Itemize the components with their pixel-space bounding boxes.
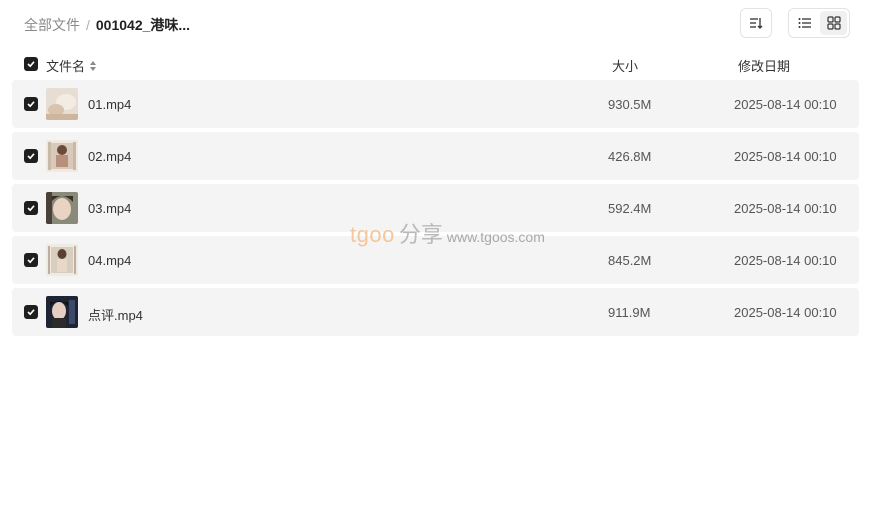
sort-toggle-icon <box>90 60 97 71</box>
breadcrumb-separator: / <box>86 17 90 33</box>
breadcrumb-root-link[interactable]: 全部文件 <box>24 15 80 35</box>
file-row[interactable]: 03.mp4 592.4M 2025-08-14 00:10 <box>12 184 859 232</box>
file-name: 04.mp4 <box>88 253 132 268</box>
file-row[interactable]: 点评.mp4 911.9M 2025-08-14 00:10 <box>12 288 859 336</box>
file-size: 426.8M <box>608 149 652 164</box>
table-header: 文件名 大小 修改日期 <box>12 52 859 76</box>
file-date: 2025-08-14 00:10 <box>734 253 837 268</box>
column-header-name[interactable]: 文件名 <box>46 56 97 75</box>
view-toggle <box>788 8 850 38</box>
file-date: 2025-08-14 00:10 <box>734 305 837 320</box>
file-size: 911.9M <box>608 305 651 320</box>
check-icon <box>27 257 35 264</box>
file-name: 03.mp4 <box>88 201 132 216</box>
video-thumbnail <box>46 296 78 328</box>
row-checkbox[interactable] <box>24 149 38 163</box>
file-name: 01.mp4 <box>88 97 132 112</box>
row-checkbox[interactable] <box>24 253 38 267</box>
file-list: 01.mp4 930.5M 2025-08-14 00:10 02.mp4 42… <box>12 80 859 340</box>
file-size: 930.5M <box>608 97 652 112</box>
file-name: 02.mp4 <box>88 149 132 164</box>
file-size: 592.4M <box>608 201 652 216</box>
file-size: 845.2M <box>608 253 652 268</box>
top-bar: 全部文件 / 001042_港味... <box>0 0 874 48</box>
check-icon <box>27 309 35 316</box>
file-row[interactable]: 02.mp4 426.8M 2025-08-14 00:10 <box>12 132 859 180</box>
row-checkbox[interactable] <box>24 305 38 319</box>
column-header-size[interactable]: 大小 <box>612 56 638 75</box>
file-date: 2025-08-14 00:10 <box>734 149 837 164</box>
check-icon <box>27 205 35 212</box>
file-row[interactable]: 04.mp4 845.2M 2025-08-14 00:10 <box>12 236 859 284</box>
check-icon <box>27 101 35 108</box>
column-header-name-label: 文件名 <box>46 59 86 74</box>
grid-view-button[interactable] <box>820 11 847 35</box>
file-row[interactable]: 01.mp4 930.5M 2025-08-14 00:10 <box>12 80 859 128</box>
row-checkbox[interactable] <box>24 97 38 111</box>
video-thumbnail <box>46 88 78 120</box>
breadcrumb-current-folder: 001042_港味... <box>95 17 191 33</box>
file-date: 2025-08-14 00:10 <box>734 97 837 112</box>
list-view-button[interactable] <box>791 11 818 35</box>
check-icon <box>27 61 35 68</box>
check-icon <box>27 153 35 160</box>
sort-button[interactable] <box>740 8 772 38</box>
video-thumbnail <box>46 244 78 276</box>
breadcrumb: 全部文件 / 001042_港味... <box>24 15 190 35</box>
video-thumbnail <box>46 140 78 172</box>
select-all-checkbox[interactable] <box>24 57 38 71</box>
grid-view-icon <box>826 16 841 30</box>
file-date: 2025-08-14 00:10 <box>734 201 837 216</box>
list-view-icon <box>798 18 811 28</box>
row-checkbox[interactable] <box>24 201 38 215</box>
file-name: 点评.mp4 <box>88 308 143 323</box>
sort-lines-icon <box>750 18 763 29</box>
video-thumbnail <box>46 192 78 224</box>
column-header-date[interactable]: 修改日期 <box>738 56 790 75</box>
